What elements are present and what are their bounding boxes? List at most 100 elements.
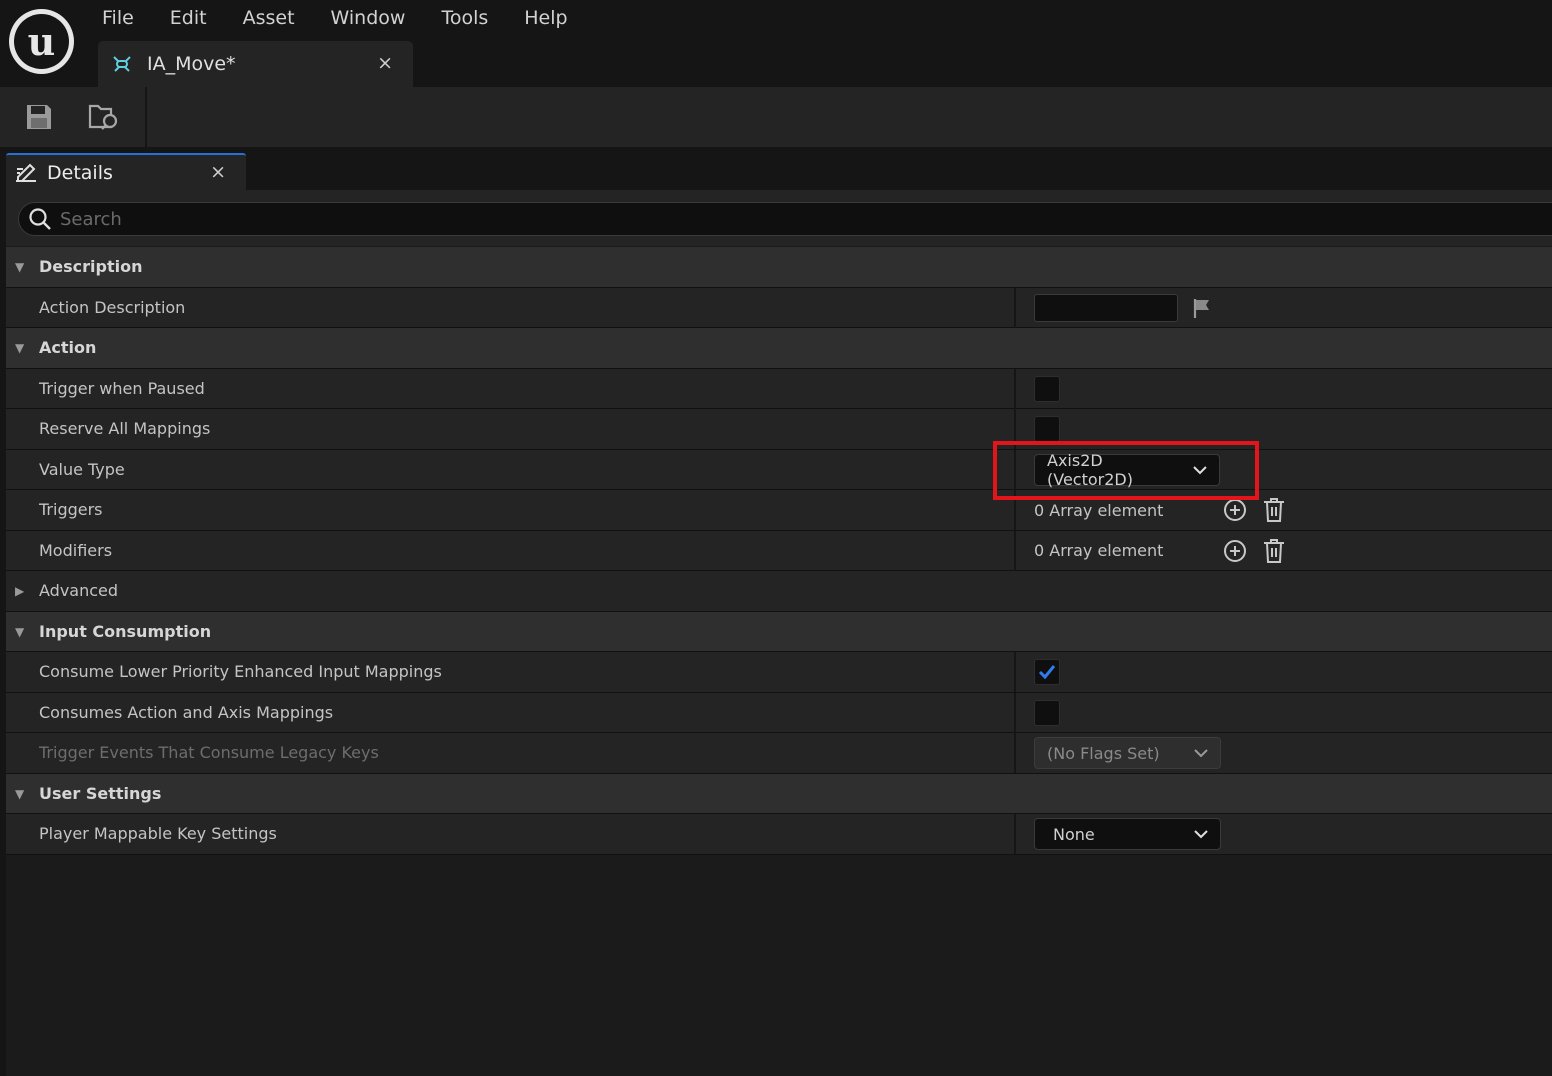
column-divider[interactable]	[1014, 652, 1016, 692]
dropdown-value: (No Flags Set)	[1047, 743, 1160, 763]
details-tab-label: Details	[47, 161, 113, 184]
menu-asset[interactable]: Asset	[225, 1, 313, 35]
folder-search-icon	[88, 104, 118, 130]
toolbar-separator	[145, 87, 147, 147]
row-player-mappable: Player Mappable Key Settings None	[6, 814, 1552, 855]
edit-pencil-icon	[16, 163, 36, 182]
trash-icon	[1264, 498, 1284, 522]
title-bar: u File Edit Asset Window Tools Help IA_M…	[0, 0, 1552, 87]
chevron-down-icon	[1194, 830, 1208, 839]
search-input[interactable]	[60, 208, 1460, 230]
category-action[interactable]: ▼ Action	[6, 328, 1552, 369]
row-value-type: Value Type Axis2D (Vector2D)	[6, 449, 1552, 490]
trash-icon	[1264, 538, 1284, 563]
empty-array-button[interactable]	[1261, 497, 1287, 523]
player-mappable-dropdown[interactable]: None	[1034, 818, 1221, 850]
chevron-down-icon	[1193, 465, 1207, 474]
property-label: Value Type	[39, 459, 125, 479]
category-label: Input Consumption	[39, 621, 212, 641]
property-label: Modifiers	[39, 540, 113, 560]
property-label: Trigger when Paused	[39, 378, 205, 398]
menu-bar: File Edit Asset Window Tools Help	[84, 0, 586, 36]
array-count: 0 Array element	[1034, 500, 1164, 520]
document-tab-label: IA_Move*	[147, 53, 236, 75]
add-element-button[interactable]	[1222, 538, 1248, 564]
row-triggers: Triggers 0 Array element	[6, 490, 1552, 531]
chevron-down-icon	[1194, 749, 1208, 758]
row-reserve-all-mappings: Reserve All Mappings	[6, 409, 1552, 450]
row-modifiers: Modifiers 0 Array element	[6, 530, 1552, 571]
value-type-dropdown[interactable]: Axis2D (Vector2D)	[1034, 450, 1220, 489]
expanded-arrow-icon: ▼	[15, 341, 25, 355]
collapsed-arrow-icon: ▶	[15, 584, 25, 598]
property-label: Triggers	[39, 500, 103, 519]
menu-help[interactable]: Help	[506, 1, 585, 35]
row-advanced[interactable]: ▶ Advanced	[6, 571, 1552, 612]
add-element-button[interactable]	[1222, 497, 1248, 523]
save-icon	[27, 105, 51, 129]
search-icon	[29, 208, 51, 230]
plus-circle-icon	[1224, 499, 1246, 521]
property-label: Consumes Action and Axis Mappings	[39, 702, 334, 722]
property-label: Player Mappable Key Settings	[39, 824, 277, 843]
logo-letter-glyph: u	[14, 14, 69, 69]
column-divider[interactable]	[1014, 490, 1016, 530]
close-icon[interactable]: ×	[377, 52, 393, 74]
column-divider[interactable]	[1014, 733, 1016, 773]
row-trigger-events-legacy: Trigger Events That Consume Legacy Keys …	[6, 733, 1552, 774]
expanded-arrow-icon: ▼	[15, 786, 25, 801]
menu-edit[interactable]: Edit	[152, 1, 225, 35]
trigger-when-paused-checkbox[interactable]	[1034, 375, 1060, 402]
dropdown-value: Axis2D (Vector2D)	[1047, 450, 1133, 489]
category-label: Action	[39, 338, 97, 357]
search-box[interactable]	[18, 202, 1552, 236]
details-tab[interactable]: Details ×	[6, 153, 246, 190]
menu-window[interactable]: Window	[313, 1, 424, 35]
expanded-arrow-icon: ▼	[15, 624, 25, 639]
consume-lower-priority-checkbox[interactable]	[1034, 659, 1060, 685]
unreal-logo-icon[interactable]: u	[9, 9, 74, 74]
action-description-input[interactable]	[1034, 293, 1178, 322]
search-row	[6, 190, 1552, 246]
column-divider[interactable]	[1014, 449, 1016, 490]
property-rows: ▼ Description Action Description ▼ Actio…	[6, 247, 1552, 855]
property-label: Advanced	[39, 581, 119, 600]
close-icon[interactable]: ×	[210, 161, 226, 183]
row-trigger-when-paused: Trigger when Paused	[6, 368, 1552, 409]
details-panel: ▼ Description Action Description ▼ Actio…	[6, 190, 1552, 1076]
reserve-all-mappings-checkbox[interactable]	[1034, 416, 1060, 442]
dropdown-value: None	[1053, 824, 1095, 844]
column-divider[interactable]	[1014, 814, 1016, 854]
menu-tools[interactable]: Tools	[423, 1, 506, 35]
property-label: Consume Lower Priority Enhanced Input Ma…	[39, 662, 442, 681]
browse-to-asset-button[interactable]	[86, 99, 122, 135]
category-label: Description	[39, 257, 143, 276]
row-action-description: Action Description	[6, 287, 1552, 328]
consumes-action-axis-checkbox[interactable]	[1034, 699, 1060, 726]
row-consumes-action-axis: Consumes Action and Axis Mappings	[6, 692, 1552, 733]
column-divider[interactable]	[1014, 692, 1016, 733]
checkmark-icon	[1038, 665, 1056, 680]
property-label: Action Description	[39, 297, 186, 317]
plus-circle-icon	[1224, 539, 1246, 562]
column-divider[interactable]	[1014, 368, 1016, 409]
property-label: Reserve All Mappings	[39, 419, 211, 438]
localization-flag-icon[interactable]	[1190, 296, 1214, 320]
property-label: Trigger Events That Consume Legacy Keys	[39, 743, 379, 762]
document-tab-ia-move[interactable]: IA_Move* ×	[98, 41, 413, 87]
column-divider[interactable]	[1014, 287, 1016, 328]
category-user-settings[interactable]: ▼ User Settings	[6, 773, 1552, 814]
trigger-events-dropdown: (No Flags Set)	[1034, 737, 1221, 769]
column-divider[interactable]	[1014, 530, 1016, 571]
empty-array-button[interactable]	[1261, 538, 1287, 564]
save-button[interactable]	[21, 99, 57, 135]
menu-file[interactable]: File	[84, 1, 152, 35]
expanded-arrow-icon: ▼	[15, 260, 25, 274]
column-divider[interactable]	[1014, 409, 1016, 449]
category-input-consumption[interactable]: ▼ Input Consumption	[6, 611, 1552, 652]
array-count: 0 Array element	[1034, 541, 1164, 560]
toolbar	[0, 87, 1552, 147]
category-label: User Settings	[39, 783, 162, 803]
row-consume-lower-priority: Consume Lower Priority Enhanced Input Ma…	[6, 652, 1552, 693]
category-description[interactable]: ▼ Description	[6, 247, 1552, 288]
